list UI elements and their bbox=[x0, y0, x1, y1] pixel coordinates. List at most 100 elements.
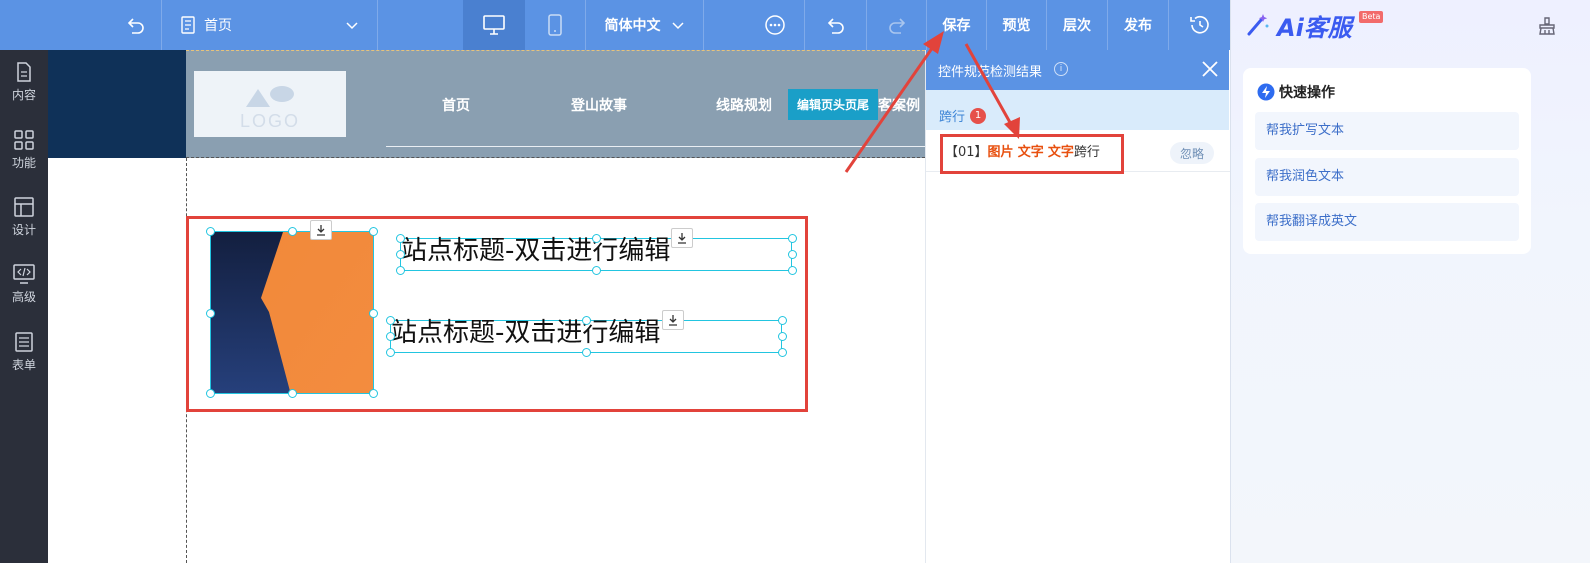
resize-handle[interactable] bbox=[369, 309, 378, 318]
chevron-down-icon bbox=[346, 22, 358, 30]
panel-tabbar: 跨行 1 bbox=[926, 90, 1229, 130]
redo-icon bbox=[888, 18, 905, 34]
polish-text-button[interactable]: 帮我润色文本 bbox=[1255, 158, 1519, 196]
layout-icon bbox=[14, 197, 34, 217]
monitor-icon bbox=[483, 15, 505, 35]
photo-image bbox=[211, 232, 373, 393]
resize-handle[interactable] bbox=[592, 234, 601, 243]
sidebar-item-advanced[interactable]: 高级 bbox=[0, 254, 48, 314]
history-button[interactable] bbox=[1169, 0, 1230, 50]
resize-handle[interactable] bbox=[778, 332, 787, 341]
language-select[interactable]: 简体中文 bbox=[586, 0, 704, 50]
info-icon[interactable]: i bbox=[1054, 62, 1068, 76]
sidebar-item-functions[interactable]: 功能 bbox=[0, 120, 48, 180]
ai-panel-title: Ai客服 bbox=[1277, 14, 1352, 42]
sidebar-item-label: 高级 bbox=[11, 290, 36, 304]
site-logo[interactable]: LOGO bbox=[194, 71, 346, 137]
layers-button[interactable]: 层次 bbox=[1047, 0, 1108, 50]
editor-canvas[interactable]: LOGO 首页 登山故事 线路规划 客案例 编辑页头页尾 站点标题-双击进行编辑 bbox=[48, 50, 925, 563]
logo-text: LOGO bbox=[240, 111, 300, 131]
top-toolbar: 首页 简体中文 保存 预览 层次 发布 bbox=[0, 0, 1230, 50]
resize-handle[interactable] bbox=[778, 316, 787, 325]
resize-handle[interactable] bbox=[396, 234, 405, 243]
tab-count-badge: 1 bbox=[970, 108, 986, 124]
close-icon bbox=[1202, 61, 1218, 77]
translate-english-button[interactable]: 帮我翻译成英文 bbox=[1255, 203, 1519, 241]
sidebar-item-label: 设计 bbox=[11, 223, 36, 237]
undo-icon bbox=[827, 18, 844, 34]
more-icon bbox=[764, 15, 785, 35]
resize-handle[interactable] bbox=[788, 234, 797, 243]
nav-link-cases[interactable]: 客案例 bbox=[878, 95, 920, 115]
resize-handle[interactable] bbox=[206, 389, 215, 398]
publish-button[interactable]: 发布 bbox=[1108, 0, 1169, 50]
sidebar-item-forms[interactable]: 表单 bbox=[0, 322, 48, 382]
resize-handle[interactable] bbox=[386, 316, 395, 325]
resize-handle[interactable] bbox=[386, 332, 395, 341]
download-button[interactable] bbox=[662, 310, 684, 330]
check-result-panel: 控件规范检测结果 i 跨行 1 【01】图片 文字 文字跨行 忽略 bbox=[925, 50, 1230, 563]
close-button[interactable] bbox=[1201, 60, 1219, 82]
resize-handle[interactable] bbox=[288, 227, 297, 236]
ignore-button[interactable]: 忽略 bbox=[1170, 142, 1214, 164]
sidebar-item-content[interactable]: 内容 bbox=[0, 52, 48, 112]
quick-actions-card: 快速操作 帮我扩写文本 帮我润色文本 帮我翻译成英文 bbox=[1243, 68, 1531, 254]
save-label: 保存 bbox=[942, 18, 971, 34]
edit-header-footer-button[interactable]: 编辑页头页尾 bbox=[788, 89, 878, 120]
preview-button[interactable]: 预览 bbox=[987, 0, 1047, 50]
redo-button[interactable] bbox=[867, 0, 927, 50]
sidebar-item-design[interactable]: 设计 bbox=[0, 187, 48, 247]
lightning-icon bbox=[1257, 83, 1275, 101]
resize-handle[interactable] bbox=[369, 227, 378, 236]
resize-handle[interactable] bbox=[396, 266, 405, 275]
language-select-label: 简体中文 bbox=[604, 18, 661, 34]
resize-handle[interactable] bbox=[206, 227, 215, 236]
ai-assistant-panel: Ai客服 Beta 快速操作 帮我扩写文本 帮我润色文本 帮我翻译成英文 bbox=[1230, 0, 1590, 563]
resize-handle[interactable] bbox=[369, 389, 378, 398]
layers-label: 层次 bbox=[1063, 18, 1091, 34]
grid-icon bbox=[14, 130, 34, 150]
nav-divider bbox=[386, 146, 925, 147]
resize-handle[interactable] bbox=[788, 250, 797, 259]
nav-link-routes[interactable]: 线路规划 bbox=[716, 95, 772, 115]
expand-text-button[interactable]: 帮我扩写文本 bbox=[1255, 112, 1519, 150]
clear-button[interactable] bbox=[1537, 16, 1557, 40]
preview-label: 预览 bbox=[1002, 18, 1031, 34]
beta-badge: Beta bbox=[1359, 11, 1384, 23]
download-button[interactable] bbox=[310, 220, 332, 240]
magic-wand-icon bbox=[1247, 14, 1269, 36]
page-select[interactable]: 首页 bbox=[162, 0, 378, 50]
resize-handle[interactable] bbox=[788, 266, 797, 275]
resize-handle[interactable] bbox=[582, 348, 591, 357]
download-icon bbox=[317, 225, 325, 236]
nav-link-stories[interactable]: 登山故事 bbox=[571, 95, 627, 115]
mobile-view-button[interactable] bbox=[525, 0, 586, 50]
tab-cross-row[interactable]: 跨行 bbox=[939, 106, 965, 125]
resize-handle[interactable] bbox=[778, 348, 787, 357]
resize-handle[interactable] bbox=[582, 316, 591, 325]
download-button[interactable] bbox=[671, 228, 693, 248]
result-highlight-box bbox=[940, 134, 1124, 174]
left-sidebar: 内容 功能 设计 高级 表单 bbox=[0, 50, 48, 563]
back-icon bbox=[127, 18, 144, 34]
resize-handle[interactable] bbox=[288, 389, 297, 398]
resize-handle[interactable] bbox=[206, 309, 215, 318]
more-button[interactable] bbox=[745, 0, 805, 50]
site-header[interactable]: LOGO 首页 登山故事 线路规划 客案例 编辑页头页尾 bbox=[186, 50, 925, 158]
quick-actions-title: 快速操作 bbox=[1279, 85, 1335, 101]
back-button[interactable] bbox=[110, 0, 162, 50]
nav-link-home[interactable]: 首页 bbox=[442, 95, 470, 115]
resize-handle[interactable] bbox=[396, 250, 405, 259]
panel-header: 控件规范检测结果 i bbox=[926, 50, 1229, 90]
sidebar-item-label: 表单 bbox=[11, 358, 36, 372]
site-title-text[interactable]: 站点标题-双击进行编辑 bbox=[391, 317, 660, 349]
list-icon bbox=[15, 332, 33, 352]
resize-handle[interactable] bbox=[592, 266, 601, 275]
save-button[interactable]: 保存 bbox=[927, 0, 987, 50]
desktop-view-button[interactable] bbox=[463, 0, 525, 50]
site-title-text[interactable]: 站点标题-双击进行编辑 bbox=[401, 235, 670, 267]
undo-button[interactable] bbox=[805, 0, 867, 50]
image-widget[interactable] bbox=[210, 231, 374, 394]
panel-title: 控件规范检测结果 bbox=[938, 65, 1043, 80]
resize-handle[interactable] bbox=[386, 348, 395, 357]
